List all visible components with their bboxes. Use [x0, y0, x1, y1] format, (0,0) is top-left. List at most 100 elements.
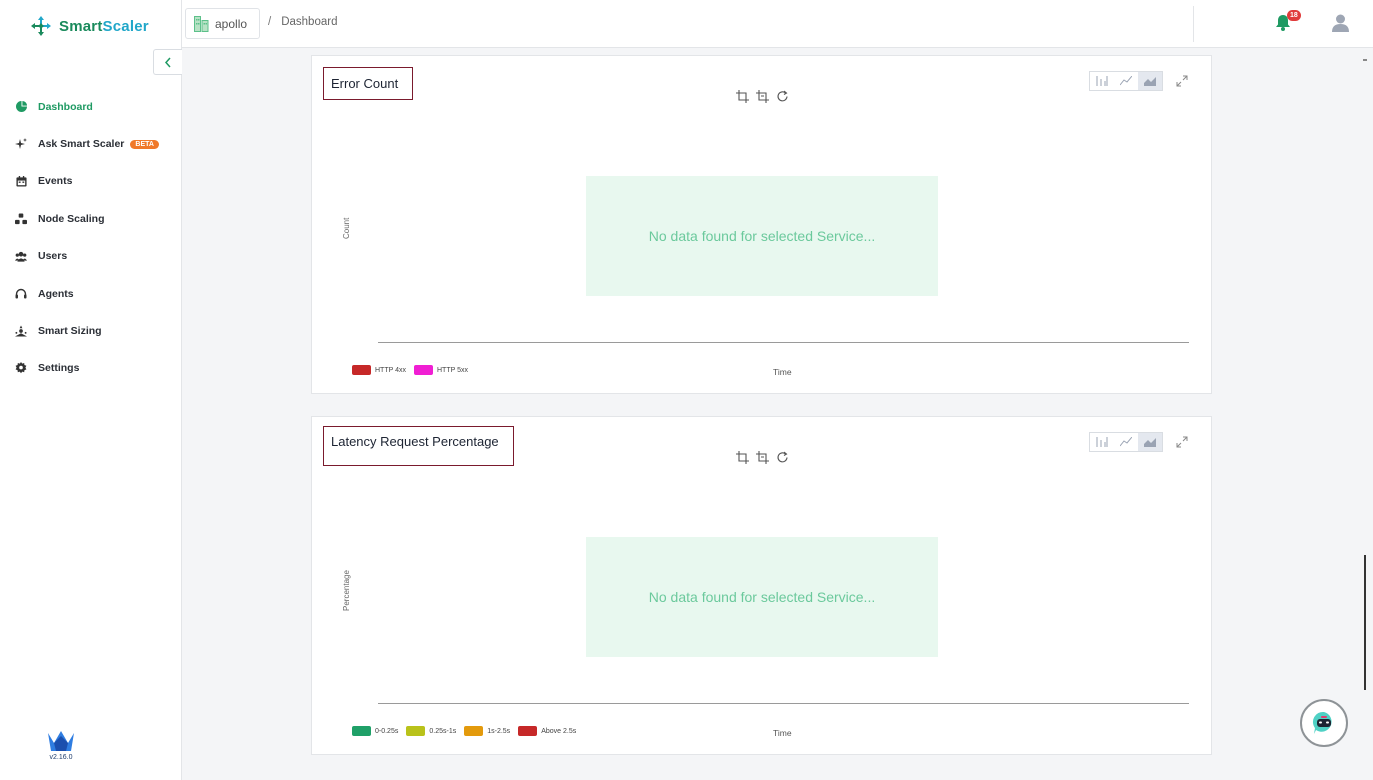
line-chart-icon: [1120, 437, 1132, 447]
x-axis-label: Time: [773, 728, 792, 738]
crown-logo-icon: [48, 731, 74, 751]
line-chart-icon: [1120, 76, 1132, 86]
sidebar-item-label: Dashboard: [38, 100, 93, 113]
card-title: Error Count: [331, 76, 399, 91]
no-data-message: No data found for selected Service...: [648, 589, 876, 605]
legend-swatch: [406, 726, 426, 736]
zoom-back-icon[interactable]: [756, 451, 769, 464]
legend-item-http-4xx[interactable]: HTTP 4xx: [352, 365, 406, 375]
breadcrumb-dashboard[interactable]: Dashboard: [281, 16, 337, 28]
bar-chart-icon: [1096, 437, 1108, 447]
area-chart-icon: [1144, 438, 1156, 447]
version-label: v2.16.0: [49, 754, 73, 761]
sidebar-item-node-scaling[interactable]: Node Scaling: [0, 200, 181, 237]
card-title-box: Latency Request Percentage: [323, 426, 514, 466]
user-avatar-icon: [1332, 14, 1349, 32]
legend-swatch: [414, 365, 433, 375]
sidebar-item-users[interactable]: Users: [0, 238, 181, 275]
breadcrumb: / Dashboard: [268, 16, 337, 28]
chart-legend: 0-0.25s 0.25s-1s 1s-2.5s Above 2.5s: [352, 726, 578, 736]
sparkle-icon: [15, 138, 27, 150]
bar-chart-button[interactable]: [1090, 433, 1114, 451]
zoom-toolbar: [736, 451, 789, 464]
error-count-card: Error Count Count No data found for sele…: [311, 55, 1212, 394]
card-title-box: Error Count: [323, 67, 414, 100]
sidebar-item-label: Agents: [38, 287, 74, 300]
legend-label: HTTP 5xx: [437, 366, 468, 374]
sidebar-collapse-button[interactable]: [153, 49, 182, 75]
sidebar-item-smart-sizing[interactable]: Smart Sizing: [0, 312, 181, 349]
sidebar-item-settings[interactable]: Settings: [0, 350, 181, 387]
zoom-in-icon[interactable]: [736, 90, 749, 103]
legend-label: 1s-2.5s: [487, 727, 511, 735]
reset-zoom-icon[interactable]: [776, 90, 789, 103]
beta-badge: BETA: [130, 139, 159, 149]
sidebar-item-label: Smart Sizing: [38, 325, 102, 338]
gear-icon: [15, 362, 27, 374]
legend-item-1s-2.5s[interactable]: 1s-2.5s: [464, 726, 510, 736]
line-chart-button[interactable]: [1114, 72, 1138, 90]
sidebar-item-label: Events: [38, 175, 73, 188]
y-axis-label: Percentage: [342, 570, 351, 611]
legend-label: HTTP 4xx: [375, 366, 406, 374]
calendar-icon: [15, 175, 27, 187]
sizing-icon: [15, 325, 27, 337]
smartscaler-logo[interactable]: SmartScaler: [29, 14, 149, 38]
area-chart-icon: [1144, 77, 1156, 86]
sidebar-item-dashboard[interactable]: Dashboard: [0, 88, 181, 125]
dashboard-pie-icon: [15, 101, 27, 113]
chart-type-switcher: [1089, 432, 1163, 452]
expand-button[interactable]: [1176, 74, 1188, 92]
sidebar-item-ask-smart-scaler[interactable]: Ask Smart Scaler BETA: [0, 125, 181, 162]
reset-zoom-icon[interactable]: [776, 451, 789, 464]
sidebar-item-label: Ask Smart Scaler: [38, 138, 125, 151]
cluster-selector[interactable]: apollo: [185, 8, 261, 39]
scrollbar-arrow[interactable]: [1363, 59, 1367, 61]
version-info: v2.16.0: [47, 730, 75, 761]
chatbot-button[interactable]: [1300, 699, 1348, 747]
chart-legend: HTTP 4xx HTTP 5xx: [352, 365, 470, 375]
legend-swatch: [352, 726, 371, 736]
bar-chart-icon: [1096, 76, 1108, 86]
card-title: Latency Request Percentage: [331, 433, 499, 449]
chatbot-robot-icon: [1312, 711, 1332, 734]
scrollbar-thumb[interactable]: [1364, 555, 1366, 690]
sidebar-item-events[interactable]: Events: [0, 163, 181, 200]
line-chart-button[interactable]: [1114, 433, 1138, 451]
zoom-toolbar: [736, 90, 789, 103]
legend-swatch: [352, 365, 371, 375]
notification-count-badge: 18: [1287, 10, 1301, 21]
legend-item-0.25s-1s[interactable]: 0.25s-1s: [406, 726, 456, 736]
sidebar-item-agents[interactable]: Agents: [0, 275, 181, 312]
expand-icon: [1176, 436, 1188, 448]
area-chart-button[interactable]: [1138, 72, 1162, 90]
legend-label: Above 2.5s: [541, 727, 577, 735]
legend-item-0-0.25s[interactable]: 0-0.25s: [352, 726, 398, 736]
area-chart-button[interactable]: [1138, 433, 1162, 451]
user-avatar[interactable]: [1332, 14, 1349, 37]
users-icon: [15, 250, 27, 262]
latency-request-percentage-card: Latency Request Percentage Percentage No…: [311, 416, 1212, 755]
no-data-panel: No data found for selected Service...: [586, 176, 938, 296]
legend-item-above-2.5s[interactable]: Above 2.5s: [518, 726, 576, 736]
nodes-icon: [15, 213, 27, 225]
sidebar-item-label: Node Scaling: [38, 212, 105, 225]
topbar-divider: [1193, 6, 1194, 42]
legend-label: 0-0.25s: [375, 727, 399, 735]
no-data-panel: No data found for selected Service...: [586, 537, 938, 657]
chart-type-switcher: [1089, 71, 1163, 91]
expand-icon: [1176, 75, 1188, 87]
bar-chart-button[interactable]: [1090, 72, 1114, 90]
chevron-left-icon: [164, 57, 171, 67]
sidebar-item-label: Settings: [38, 362, 80, 375]
x-axis-line: [378, 703, 1189, 704]
expand-button[interactable]: [1176, 435, 1188, 453]
breadcrumb-separator: /: [268, 16, 272, 28]
headset-icon: [15, 288, 27, 300]
legend-item-http-5xx[interactable]: HTTP 5xx: [414, 365, 468, 375]
zoom-back-icon[interactable]: [756, 90, 769, 103]
cluster-name: apollo: [215, 16, 248, 31]
zoom-in-icon[interactable]: [736, 451, 749, 464]
x-axis-line: [378, 342, 1189, 343]
brand-scaler: Scaler: [102, 17, 149, 35]
